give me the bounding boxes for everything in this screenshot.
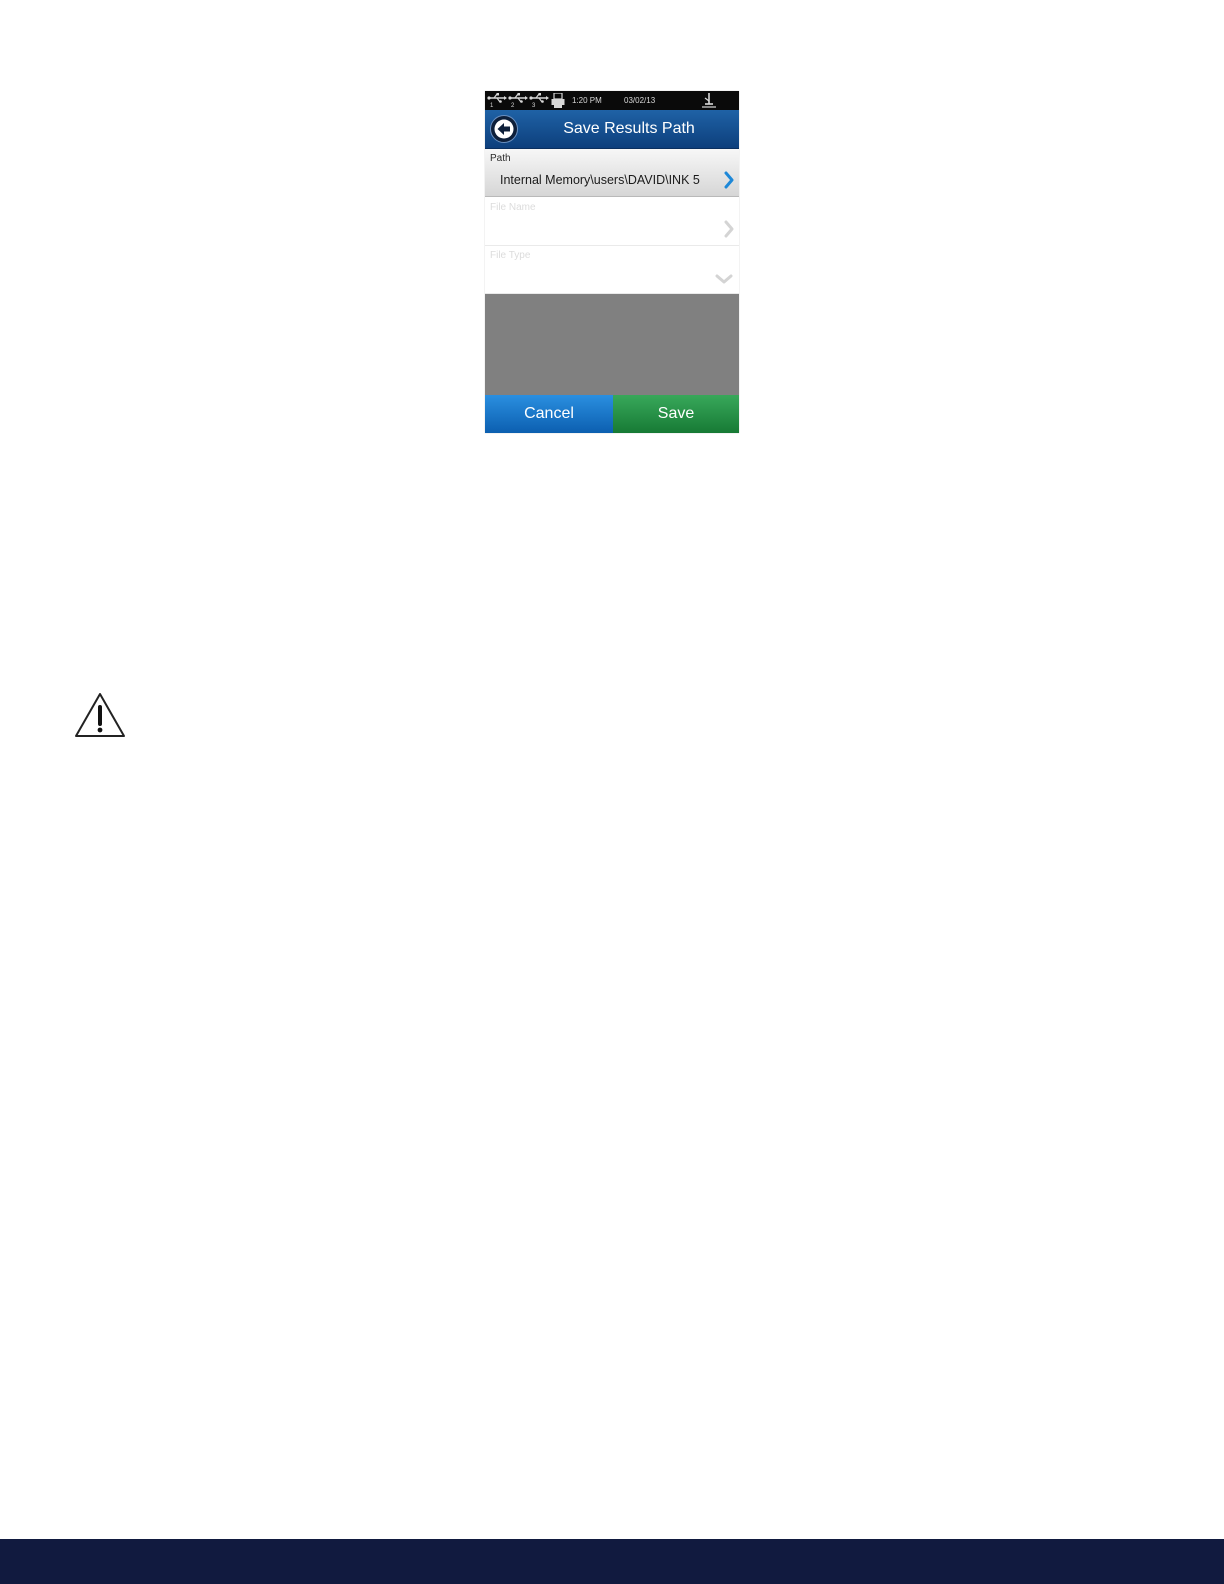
usb-icon: 1 <box>487 93 507 109</box>
chevron-right-icon <box>724 171 734 189</box>
usb-port-number: 2 <box>511 103 515 109</box>
back-arrow-icon <box>494 119 514 139</box>
path-value: Internal Memory\users\DAVID\INK 5 <box>500 173 700 187</box>
warning-icon <box>75 693 125 737</box>
usb-port-number: 3 <box>532 103 536 109</box>
usb-icon: 2 <box>508 93 528 109</box>
path-label: Path <box>490 153 511 164</box>
network-icon <box>701 92 717 109</box>
status-bar: 1 2 3 1:20 PM 03/02/13 <box>485 91 739 110</box>
file-type-dropdown[interactable]: File Type <box>485 246 739 294</box>
usb-port-number: 1 <box>490 103 494 109</box>
back-button[interactable] <box>490 115 518 143</box>
page-title: Save Results Path <box>563 120 695 137</box>
chevron-right-icon <box>724 220 734 238</box>
usb-icon: 3 <box>529 93 549 109</box>
printer-icon <box>551 92 565 108</box>
status-date: 03/02/13 <box>624 96 656 105</box>
empty-content-area <box>485 294 739 395</box>
device-screen: 1 2 3 1:20 PM 03/02/13 Save Results Path… <box>485 91 739 433</box>
save-button[interactable]: Save <box>613 395 739 433</box>
file-name-field[interactable]: File Name <box>485 198 739 246</box>
title-bar: Save Results Path <box>485 110 739 149</box>
footer-band <box>0 1539 1224 1584</box>
chevron-down-icon <box>715 274 733 284</box>
status-time: 1:20 PM <box>572 96 602 105</box>
file-name-label: File Name <box>490 202 536 213</box>
path-field[interactable]: Path Internal Memory\users\DAVID\INK 5 <box>485 149 739 197</box>
file-type-label: File Type <box>490 250 531 261</box>
cancel-button[interactable]: Cancel <box>485 395 613 433</box>
